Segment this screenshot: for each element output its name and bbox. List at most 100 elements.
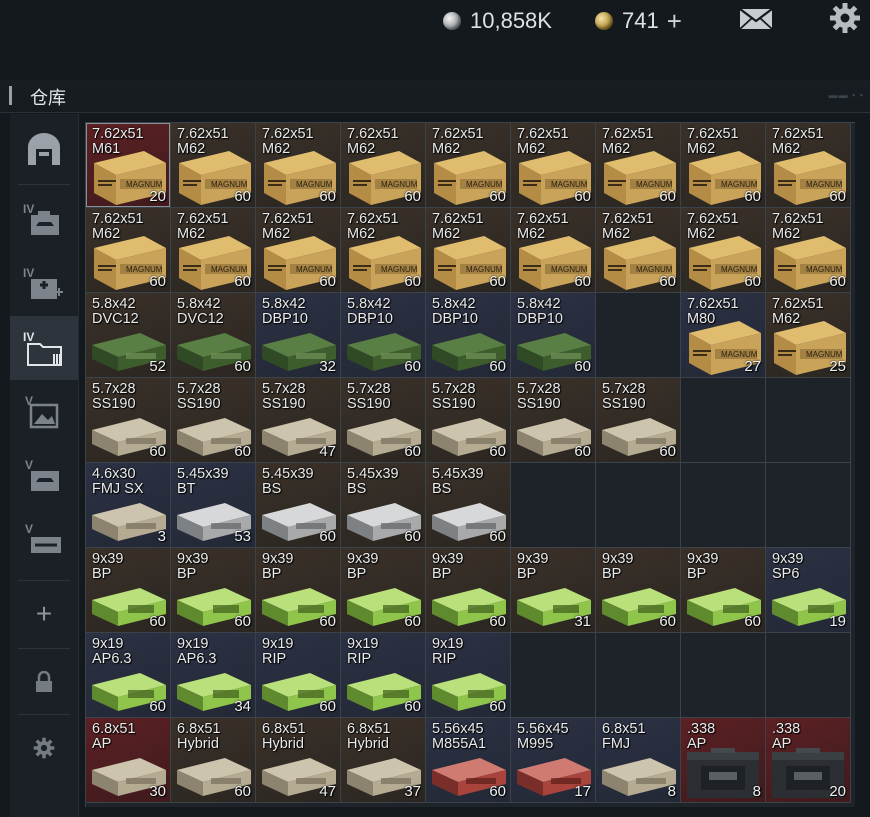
ammo-caliber: 7.62x51 (772, 296, 824, 312)
ammo-quantity: 60 (404, 273, 421, 290)
ammo-quantity: 60 (149, 443, 166, 460)
ammo-caliber: 7.62x51 (347, 211, 399, 227)
ammo-caliber: 7.62x51 (517, 211, 569, 227)
sidebar-item-case-6[interactable]: V (10, 508, 78, 572)
ammo-caliber: 5.7x28 (92, 381, 136, 397)
ammo-item-slot[interactable]: 6.8x51 AP 30 (86, 718, 171, 803)
ammo-item-slot[interactable]: MAGNUM 7.62x51 M62 60 (256, 123, 341, 208)
locked-slot-button[interactable] (10, 650, 78, 714)
ammo-item-slot[interactable]: 9x39 BP 60 (596, 548, 681, 633)
ammo-item-slot[interactable]: 9x39 SP6 19 (766, 548, 851, 633)
ammo-item-slot[interactable]: MAGNUM 7.62x51 M61 20 (86, 123, 171, 208)
ammo-quantity: 60 (574, 358, 591, 375)
ammo-item-slot[interactable]: MAGNUM 7.62x51 M62 60 (766, 208, 851, 293)
ammo-item-slot[interactable]: 9x39 BP 31 (511, 548, 596, 633)
ammo-item-slot[interactable]: MAGNUM 7.62x51 M62 60 (681, 123, 766, 208)
sidebar-item-case-1[interactable]: IV (10, 188, 78, 252)
ammo-item-slot[interactable]: 6.8x51 Hybrid 37 (341, 718, 426, 803)
ammo-item-slot[interactable]: 9x39 BP 60 (426, 548, 511, 633)
silver-amount: 10,858K (470, 8, 552, 33)
ammo-item-slot[interactable]: 5.45x39 BT 53 (171, 463, 256, 548)
ammo-quantity: 60 (489, 443, 506, 460)
ammo-quantity: 60 (404, 443, 421, 460)
ammo-item-slot[interactable]: 5.7x28 SS190 60 (511, 378, 596, 463)
ammo-item-slot[interactable]: 5.8x42 DBP10 60 (426, 293, 511, 378)
ammo-item-slot[interactable]: 9x19 AP6.3 34 (171, 633, 256, 718)
ammo-item-slot[interactable]: MAGNUM 7.62x51 M62 60 (256, 208, 341, 293)
ammo-quantity: 60 (489, 698, 506, 715)
ammo-item-slot[interactable]: MAGNUM 7.62x51 M62 60 (596, 208, 681, 293)
ammo-item-slot[interactable]: 9x19 RIP 60 (341, 633, 426, 718)
ammo-item-slot[interactable]: MAGNUM 7.62x51 M62 60 (596, 123, 681, 208)
sidebar-item-main-stash[interactable] (10, 118, 78, 182)
ammo-item-slot[interactable]: 6.8x51 FMJ 8 (596, 718, 681, 803)
ammo-quantity: 8 (667, 783, 676, 800)
ammo-type: FMJ (602, 736, 631, 752)
case-tier-label: V (25, 522, 33, 536)
ammo-caliber: 5.7x28 (347, 381, 391, 397)
ammo-item-slot[interactable]: 5.45x39 BS 60 (256, 463, 341, 548)
ammo-quantity: 60 (489, 358, 506, 375)
ammo-item-slot[interactable]: 5.45x39 BS 60 (426, 463, 511, 548)
ammo-item-slot[interactable]: MAGNUM 7.62x51 M62 25 (766, 293, 851, 378)
ammo-item-slot[interactable]: MAGNUM 7.62x51 M80 27 (681, 293, 766, 378)
settings-gear-icon[interactable] (829, 2, 861, 34)
ammo-item-slot[interactable]: 9x39 BP 60 (256, 548, 341, 633)
ammo-item-slot[interactable]: 5.7x28 SS190 60 (426, 378, 511, 463)
ammo-quantity: 47 (319, 783, 336, 800)
ammo-item-slot[interactable]: MAGNUM 7.62x51 M62 60 (341, 208, 426, 293)
ammo-item-slot[interactable]: 5.8x42 DBP10 60 (511, 293, 596, 378)
stash-grid: MAGNUM 7.62x51 M61 20 MAGNUM 7.62x51 M62 60 MA… (85, 122, 855, 807)
ammo-item-slot[interactable]: 9x39 BP 60 (171, 548, 256, 633)
mail-icon[interactable] (739, 8, 773, 30)
ammo-item-slot[interactable]: 4.6x30 FMJ SX 3 (86, 463, 171, 548)
ammo-item-slot[interactable]: 5.7x28 SS190 60 (171, 378, 256, 463)
sidebar-item-case-5[interactable]: V (10, 444, 78, 508)
ammo-item-slot[interactable]: 5.8x42 DBP10 32 (256, 293, 341, 378)
ammo-item-slot[interactable]: 9x39 BP 60 (86, 548, 171, 633)
ammo-type: Hybrid (177, 736, 219, 752)
ammo-item-slot[interactable]: MAGNUM 7.62x51 M62 60 (511, 208, 596, 293)
ammo-item-slot[interactable]: .338 AP 20 (766, 718, 851, 803)
ammo-item-slot[interactable]: 5.56x45 M855A1 60 (426, 718, 511, 803)
ammo-item-slot[interactable]: 9x19 RIP 60 (256, 633, 341, 718)
header-decoration: ▬▬ ▪ ▪ (828, 90, 864, 100)
ammo-item-slot[interactable]: .338 AP 8 (681, 718, 766, 803)
ammo-item-slot[interactable]: 5.7x28 SS190 60 (86, 378, 171, 463)
ammo-item-slot[interactable]: MAGNUM 7.62x51 M62 60 (681, 208, 766, 293)
ammo-item-slot[interactable]: 5.7x28 SS190 47 (256, 378, 341, 463)
stash-settings-button[interactable] (10, 716, 78, 780)
ammo-type: SS190 (517, 396, 561, 412)
sidebar-item-case-2[interactable]: IV (10, 252, 78, 316)
ammo-item-slot[interactable]: 9x39 BP 60 (681, 548, 766, 633)
add-gold-button[interactable]: + (667, 8, 682, 34)
ammo-item-slot[interactable]: MAGNUM 7.62x51 M62 60 (766, 123, 851, 208)
ammo-item-slot[interactable]: MAGNUM 7.62x51 M62 60 (341, 123, 426, 208)
ammo-quantity: 60 (489, 613, 506, 630)
ammo-caliber: 6.8x51 (177, 721, 221, 737)
ammo-item-slot[interactable]: MAGNUM 7.62x51 M62 60 (511, 123, 596, 208)
case-tier-label: IV (23, 330, 34, 344)
ammo-item-slot[interactable]: 6.8x51 Hybrid 60 (171, 718, 256, 803)
ammo-item-slot[interactable]: MAGNUM 7.62x51 M62 60 (426, 208, 511, 293)
sidebar-item-case-4[interactable]: V (10, 380, 78, 444)
ammo-item-slot[interactable]: 6.8x51 Hybrid 47 (256, 718, 341, 803)
ammo-item-slot[interactable]: MAGNUM 7.62x51 M62 60 (86, 208, 171, 293)
ammo-item-slot[interactable]: 9x19 RIP 60 (426, 633, 511, 718)
ammo-item-slot[interactable]: 5.7x28 SS190 60 (596, 378, 681, 463)
ammo-item-slot[interactable]: 5.56x45 M995 17 (511, 718, 596, 803)
ammo-quantity: 53 (234, 528, 251, 545)
ammo-item-slot[interactable]: 5.8x42 DVC12 60 (171, 293, 256, 378)
ammo-item-slot[interactable]: 5.8x42 DBP10 60 (341, 293, 426, 378)
ammo-caliber: 7.62x51 (517, 126, 569, 142)
ammo-item-slot[interactable]: MAGNUM 7.62x51 M62 60 (426, 123, 511, 208)
ammo-item-slot[interactable]: 9x19 AP6.3 60 (86, 633, 171, 718)
ammo-item-slot[interactable]: 9x39 BP 60 (341, 548, 426, 633)
ammo-item-slot[interactable]: 5.7x28 SS190 60 (341, 378, 426, 463)
ammo-item-slot[interactable]: 5.8x42 DVC12 52 (86, 293, 171, 378)
ammo-item-slot[interactable]: 5.45x39 BS 60 (341, 463, 426, 548)
add-case-button[interactable]: + (10, 582, 78, 646)
ammo-item-slot[interactable]: MAGNUM 7.62x51 M62 60 (171, 123, 256, 208)
sidebar-item-case-3[interactable]: IV (10, 316, 78, 380)
ammo-item-slot[interactable]: MAGNUM 7.62x51 M62 60 (171, 208, 256, 293)
